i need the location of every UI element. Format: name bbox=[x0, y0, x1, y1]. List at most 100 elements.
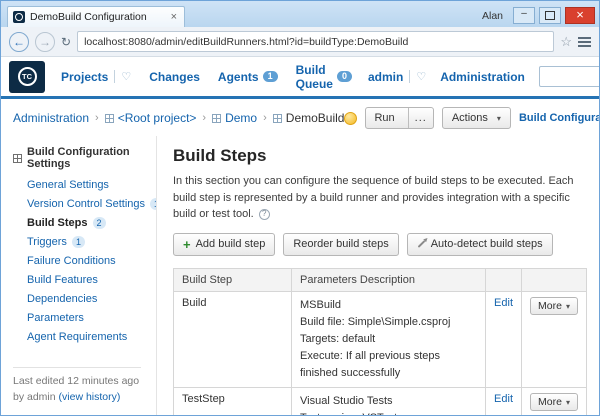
header-right: admin Administration bbox=[368, 66, 600, 87]
sidebar-item-label: Parameters bbox=[27, 312, 84, 324]
more-cell: More bbox=[522, 387, 587, 415]
build-step-description: MSBuildBuild file: Simple\Simple.csprojT… bbox=[292, 291, 486, 387]
sidebar-item-agent-requirements[interactable]: Agent Requirements bbox=[13, 328, 150, 347]
forward-button[interactable] bbox=[35, 32, 55, 52]
sidebar-item-label: Triggers bbox=[27, 236, 67, 248]
sidebar-count-badge: 2 bbox=[93, 217, 106, 229]
favorites-star-icon[interactable] bbox=[560, 34, 572, 50]
more-button[interactable]: More bbox=[530, 297, 578, 315]
sidebar-item-label: Dependencies bbox=[27, 293, 97, 305]
build-step-name: Build bbox=[174, 291, 292, 387]
nav-item-changes[interactable]: Changes bbox=[149, 70, 200, 84]
teamcity-logo-text: TC bbox=[18, 67, 37, 86]
sidebar-item-build-features[interactable]: Build Features bbox=[13, 271, 150, 290]
breadcrumb-label: Demo bbox=[225, 111, 257, 125]
sidebar-item-version-control-settings[interactable]: Version Control Settings1 bbox=[13, 195, 150, 214]
column-header-parameters: Parameters Description bbox=[292, 268, 486, 291]
edit-link[interactable]: Edit bbox=[494, 297, 513, 309]
sidebar-list: General SettingsVersion Control Settings… bbox=[13, 176, 150, 347]
section-description: In this section you can configure the se… bbox=[173, 173, 587, 223]
close-button[interactable] bbox=[565, 7, 595, 24]
teamcity-header: TC Projects Changes Agents1 Build Queue0 ad… bbox=[1, 57, 599, 99]
description-line: Test engine: VSTest bbox=[300, 410, 477, 415]
browser-menu-icon[interactable] bbox=[578, 36, 591, 47]
favorites-heart-icon[interactable] bbox=[114, 70, 131, 83]
window-user-label: Alan bbox=[482, 10, 503, 22]
tab-title: DemoBuild Configuration bbox=[30, 11, 164, 23]
sidebar-item-parameters[interactable]: Parameters bbox=[13, 309, 150, 328]
breadcrumb-item-demobuild: DemoBuild bbox=[273, 111, 345, 125]
edit-cell: Edit bbox=[486, 387, 522, 415]
search-input[interactable] bbox=[539, 66, 600, 87]
sidebar-item-build-steps[interactable]: Build Steps2 bbox=[13, 214, 150, 233]
nav-item-administration[interactable]: Administration bbox=[440, 70, 525, 84]
breadcrumb-separator: › bbox=[202, 112, 206, 124]
build-step-description: Visual Studio TestsTest engine: VSTestIn… bbox=[292, 387, 486, 415]
sidebar-footer: Last edited 12 minutes ago by admin (vie… bbox=[13, 367, 141, 406]
breadcrumb-label: DemoBuild bbox=[286, 111, 345, 125]
actions-button[interactable]: Actions bbox=[442, 107, 511, 129]
reorder-label: Reorder build steps bbox=[293, 238, 388, 250]
sidebar-item-failure-conditions[interactable]: Failure Conditions bbox=[13, 252, 150, 271]
breadcrumb-actions: Run ... Actions Build Configuration Home bbox=[344, 107, 600, 129]
sidebar-item-label: Failure Conditions bbox=[27, 255, 116, 267]
breadcrumb-label: <Root project> bbox=[118, 111, 197, 125]
project-icon bbox=[212, 114, 221, 123]
main-content: Build Steps In this section you can conf… bbox=[157, 136, 599, 415]
sidebar-title: Build Configuration Settings bbox=[13, 146, 150, 170]
window-controls: Alan bbox=[482, 7, 595, 27]
edit-link[interactable]: Edit bbox=[494, 393, 513, 405]
table-row: BuildMSBuildBuild file: Simple\Simple.cs… bbox=[174, 291, 587, 387]
sidebar-count-badge: 1 bbox=[72, 236, 85, 248]
url-box bbox=[77, 31, 554, 52]
hint-lightbulb-icon[interactable] bbox=[344, 112, 357, 125]
favorites-heart-icon[interactable] bbox=[409, 70, 426, 83]
sidebar-title-label: Build Configuration Settings bbox=[27, 146, 150, 170]
sidebar-item-triggers[interactable]: Triggers 1 bbox=[13, 233, 150, 252]
build-steps-tbody: BuildMSBuildBuild file: Simple\Simple.cs… bbox=[174, 291, 587, 415]
refresh-icon[interactable] bbox=[61, 35, 71, 49]
url-input[interactable] bbox=[78, 36, 553, 48]
nav-count-badge: 0 bbox=[337, 71, 352, 82]
nav-item-projects[interactable]: Projects bbox=[61, 70, 131, 84]
build-steps-table: Build Step Parameters Description BuildM… bbox=[173, 268, 587, 416]
pencil-icon bbox=[417, 240, 425, 248]
maximize-button[interactable] bbox=[539, 7, 561, 24]
page-body: Build Configuration Settings General Set… bbox=[1, 136, 599, 415]
minimize-button[interactable] bbox=[513, 7, 535, 24]
sidebar-item-general-settings[interactable]: General Settings bbox=[13, 176, 150, 195]
settings-sidebar: Build Configuration Settings General Set… bbox=[1, 136, 157, 415]
autodetect-build-steps-button[interactable]: Auto-detect build steps bbox=[407, 233, 553, 256]
run-button-label: Run bbox=[366, 108, 402, 128]
tab-close-icon[interactable] bbox=[169, 11, 179, 23]
description-line: Targets: default bbox=[300, 331, 477, 348]
breadcrumb-item-administration[interactable]: Administration bbox=[13, 111, 89, 125]
project-icon bbox=[105, 114, 114, 123]
browser-tab[interactable]: DemoBuild Configuration bbox=[7, 6, 185, 27]
teamcity-favicon bbox=[13, 11, 25, 23]
reorder-build-steps-button[interactable]: Reorder build steps bbox=[283, 233, 398, 256]
sidebar-item-dependencies[interactable]: Dependencies bbox=[13, 290, 150, 309]
search-box bbox=[539, 66, 600, 87]
edit-cell: Edit bbox=[486, 291, 522, 387]
add-build-step-label: Add build step bbox=[196, 238, 266, 250]
run-menu-trigger[interactable]: ... bbox=[408, 108, 433, 128]
autodetect-label: Auto-detect build steps bbox=[431, 238, 543, 250]
nav-item-label: Agents bbox=[218, 70, 259, 84]
nav-item-admin[interactable]: admin bbox=[368, 70, 426, 84]
breadcrumb-item-demo[interactable]: Demo bbox=[212, 111, 257, 125]
breadcrumb-item-root-project[interactable]: <Root project> bbox=[105, 111, 197, 125]
more-button[interactable]: More bbox=[530, 393, 578, 411]
nav-item-build-queue[interactable]: Build Queue0 bbox=[296, 63, 352, 91]
help-icon[interactable] bbox=[259, 209, 270, 220]
view-history-link[interactable]: (view history) bbox=[59, 391, 121, 403]
build-configuration-home-link[interactable]: Build Configuration Home bbox=[519, 112, 600, 124]
back-button[interactable] bbox=[9, 32, 29, 52]
add-build-step-button[interactable]: Add build step bbox=[173, 233, 275, 256]
teamcity-logo[interactable]: TC bbox=[9, 61, 45, 93]
column-header-build-step: Build Step bbox=[174, 268, 292, 291]
edited-by-label: by admin bbox=[13, 391, 56, 403]
top-nav: Projects Changes Agents1 Build Queue0 bbox=[61, 63, 352, 91]
nav-item-agents[interactable]: Agents1 bbox=[218, 70, 278, 84]
run-button[interactable]: Run ... bbox=[365, 107, 433, 129]
